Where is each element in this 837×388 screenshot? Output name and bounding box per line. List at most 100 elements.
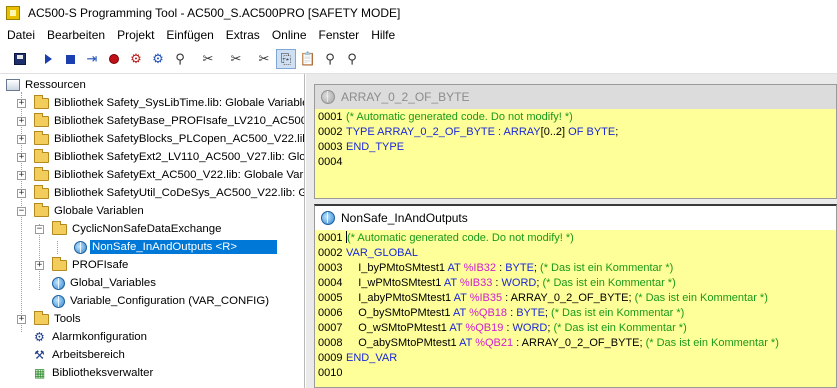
globe-icon [321, 90, 335, 104]
find-icon[interactable]: ⚲ [170, 49, 190, 69]
code-token: %QB18 [466, 307, 508, 319]
code-line[interactable]: 0001 (* Automatic generated code. Do not … [315, 231, 574, 246]
code-token: O_wSMtoPMtest1 [346, 322, 450, 334]
collapse-icon[interactable]: − [35, 225, 44, 234]
tree-item-workspace[interactable]: ⚒ Arbeitsbereich [34, 346, 125, 364]
code-editor[interactable]: 0001 (* Automatic generated code. Do not … [315, 109, 836, 198]
tree-item-alarm[interactable]: ⚙ Alarmkonfiguration [34, 328, 147, 346]
tree-item-cyclic[interactable]: CyclicNonSafeDataExchange [52, 220, 221, 238]
code-line[interactable]: 0002 VAR_GLOBAL [315, 246, 418, 261]
code-line[interactable]: 0006 O_bySMtoPMtest1 AT %QB18 : BYTE; (*… [315, 306, 684, 321]
code-line[interactable]: 0010 [315, 366, 346, 381]
tree-item-ressourcen[interactable]: Ressourcen [6, 76, 86, 94]
replace-icon[interactable]: ⚲ [342, 49, 362, 69]
expand-icon[interactable]: + [17, 153, 26, 162]
tree-item-library[interactable]: Bibliothek SafetyExt_AC500_V22.lib: Glob… [34, 166, 304, 184]
code-line[interactable]: 0007 O_wSMtoPMtest1 AT %QB19 : WORD; (* … [315, 321, 687, 336]
code-token: I_byPMtoSMtest1 [346, 262, 448, 274]
code-line[interactable]: 0004 [315, 155, 346, 170]
window-title-bar[interactable]: NonSafe_InAndOutputs [315, 206, 836, 230]
tree-item-library[interactable]: Bibliothek SafetyUtil_CoDeSys_AC500_V22.… [34, 184, 304, 202]
alarm-icon: ⚙ [34, 329, 45, 344]
cut3-icon[interactable]: ✂ [254, 49, 274, 69]
workspace-icon: ⚒ [34, 347, 45, 362]
menu-datei[interactable]: Datei [0, 27, 41, 43]
code-line[interactable]: 0003 END_TYPE [315, 140, 404, 155]
run-icon[interactable] [38, 49, 58, 69]
code-token: O_bySMtoPMtest1 [346, 307, 453, 319]
editor-title: ARRAY_0_2_OF_BYTE [341, 90, 470, 104]
code-editor[interactable]: 0001 (* Automatic generated code. Do not … [315, 230, 836, 387]
folder-icon [34, 130, 49, 145]
code-token: AT [453, 292, 467, 304]
expand-icon[interactable]: + [17, 135, 26, 144]
menu-einfuegen[interactable]: Einfügen [160, 27, 219, 43]
login-icon[interactable]: ⚙ [126, 49, 146, 69]
code-token: (* Das ist ein Kommentar *) [551, 307, 685, 319]
tree-item-library[interactable]: Bibliothek SafetyExt2_LV110_AC500_V27.li… [34, 148, 304, 166]
resource-tree[interactable]: Ressourcen + Bibliothek Safety_SysLibTim… [0, 74, 305, 388]
expand-icon[interactable]: + [17, 171, 26, 180]
breakpoint-icon[interactable] [104, 49, 124, 69]
tree-item-library[interactable]: Bibliothek SafetyBlocks_PLCopen_AC500_V2… [34, 130, 304, 148]
tree-item-library-manager[interactable]: ▦ Bibliotheksverwalter [34, 364, 153, 382]
folder-icon [52, 220, 67, 235]
code-token: VAR_GLOBAL [346, 247, 418, 259]
collapse-icon[interactable]: − [17, 207, 26, 216]
expand-icon[interactable]: + [17, 315, 26, 324]
code-token: (* Das ist ein Kommentar *) [542, 277, 676, 289]
menu-projekt[interactable]: Projekt [111, 27, 160, 43]
code-line[interactable]: 0009 END_VAR [315, 351, 397, 366]
code-line[interactable]: 0002 TYPE ARRAY_0_2_OF_BYTE : ARRAY[0..2]… [315, 125, 618, 140]
copy-icon[interactable]: ⎘ [276, 49, 296, 69]
code-token: (* Automatic generated code. Do not modi… [346, 111, 573, 123]
expand-icon[interactable]: + [17, 117, 26, 126]
expand-icon[interactable]: + [17, 189, 26, 198]
menu-online[interactable]: Online [266, 27, 313, 43]
code-line[interactable]: 0003 I_byPMtoSMtest1 AT %IB32 : BYTE; (*… [315, 261, 673, 276]
menu-fenster[interactable]: Fenster [313, 27, 366, 43]
tree-item-library[interactable]: Bibliothek SafetyBase_PROFIsafe_LV210_AC… [34, 112, 304, 130]
save-icon[interactable] [10, 49, 30, 69]
tree-item-globale-variablen[interactable]: Globale Variablen [34, 202, 144, 220]
code-token: %QB21 [472, 337, 514, 349]
paste-icon[interactable]: 📋 [298, 49, 318, 69]
find-next-icon[interactable]: ⚲ [320, 49, 340, 69]
code-line[interactable]: 0008 O_abySMtoPMtest1 AT %QB21 : ARRAY_0… [315, 336, 779, 351]
line-number: 0002 [318, 126, 343, 138]
menu-extras[interactable]: Extras [220, 27, 266, 43]
code-token: BYTE [516, 307, 545, 319]
folder-icon [34, 202, 49, 217]
editor-window-nonsafe[interactable]: NonSafe_InAndOutputs 0001 (* Automatic ge… [314, 204, 837, 388]
tree-item-tools[interactable]: Tools [34, 310, 81, 328]
cut-icon[interactable]: ✂ [198, 49, 218, 69]
menu-hilfe[interactable]: Hilfe [365, 27, 401, 43]
editor-window-array-type[interactable]: ARRAY_0_2_OF_BYTE 0001 (* Automatic gener… [314, 84, 837, 199]
folder-icon [34, 310, 49, 325]
cut2-icon[interactable]: ✂ [226, 49, 246, 69]
tree-item-nonsafe-selected[interactable]: NonSafe_InAndOutputs <R> [74, 238, 278, 256]
code-line[interactable]: 0001 (* Automatic generated code. Do not … [315, 110, 573, 125]
line-number: 0006 [318, 307, 343, 319]
logout-icon[interactable]: ⚙ [148, 49, 168, 69]
expand-icon[interactable]: + [35, 261, 44, 270]
code-line[interactable]: 0005 I_abyPMtoSMtest1 AT %IB35 : ARRAY_0… [315, 291, 768, 306]
tree-item-global-variables[interactable]: Global_Variables [52, 274, 156, 292]
expand-icon[interactable]: + [17, 99, 26, 108]
code-line[interactable]: 0004 I_wPMtoSMtest1 AT %IB33 : WORD; (* … [315, 276, 676, 291]
code-token: (* Das ist ein Kommentar *) [540, 262, 674, 274]
code-token: : [507, 307, 517, 319]
code-token: : ARRAY_0_2_OF_BYTE; [502, 292, 635, 304]
tree-item-variable-configuration[interactable]: Variable_Configuration (VAR_CONFIG) [52, 292, 269, 310]
window-title-bar[interactable]: ARRAY_0_2_OF_BYTE [315, 85, 836, 109]
code-token: I_abyPMtoSMtest1 [346, 292, 454, 304]
stop-icon[interactable] [60, 49, 80, 69]
code-token: (* Das ist ein Kommentar *) [553, 322, 687, 334]
tree-item-library[interactable]: Bibliothek Safety_SysLibTime.lib: Global… [34, 94, 304, 112]
line-number: 0010 [318, 367, 343, 379]
menu-bearbeiten[interactable]: Bearbeiten [41, 27, 111, 43]
step-icon[interactable]: ⇥ [82, 49, 102, 69]
code-token: AT [453, 307, 467, 319]
code-token: WORD [501, 277, 537, 289]
tree-item-profisafe[interactable]: PROFIsafe [52, 256, 128, 274]
